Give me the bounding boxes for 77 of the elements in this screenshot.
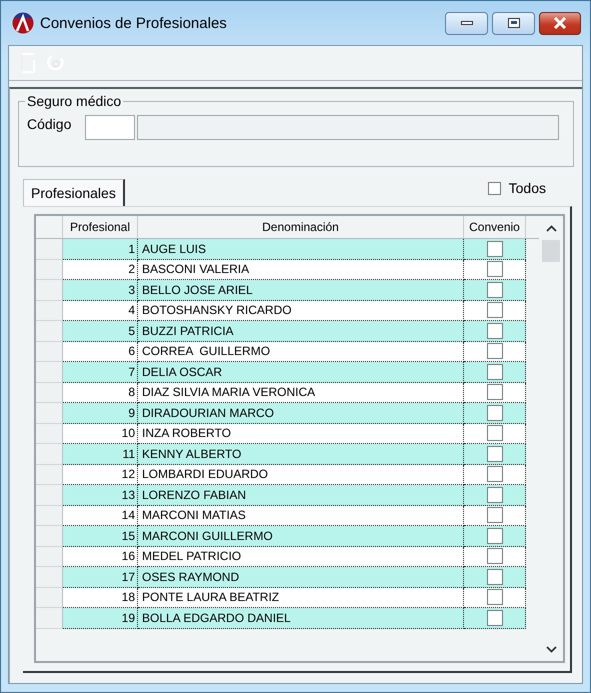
convenio-checkbox[interactable]	[486, 610, 502, 626]
table-cell: KENNY ALBERTO	[138, 444, 464, 464]
convenio-checkbox[interactable]	[486, 446, 502, 462]
convenio-checkbox[interactable]	[486, 568, 502, 585]
convenio-checkbox[interactable]	[486, 240, 502, 257]
table-cell: 10	[63, 424, 138, 444]
close-icon	[553, 17, 567, 29]
convenio-checkbox[interactable]	[486, 282, 502, 298]
column-header[interactable]: Convenio	[464, 216, 526, 238]
convenio-checkbox[interactable]	[486, 364, 502, 380]
window-title: Convenios de Profesionales	[40, 14, 227, 32]
maximize-button[interactable]	[492, 12, 535, 34]
table-cell: 13	[63, 485, 138, 506]
table-cell: DIAZ SILVIA MARIA VERONICA	[138, 382, 464, 403]
code-label: Código	[27, 116, 72, 132]
column-header[interactable]: Profesional	[63, 216, 138, 238]
table-cell: INZA ROBERTO	[138, 424, 464, 444]
convenio-checkbox[interactable]	[486, 466, 502, 482]
todos-label: Todos	[508, 180, 546, 196]
table-cell: MARCONI MATIAS	[138, 506, 464, 526]
table-cell: 7	[63, 362, 138, 382]
table-cell: BELLO JOSE ARIEL	[138, 280, 464, 300]
convenio-checkbox[interactable]	[486, 343, 502, 360]
group-title: Seguro médico	[26, 93, 122, 109]
table-cell: DIRADOURIAN MARCO	[138, 403, 464, 424]
table-cell: DELIA OSCAR	[138, 362, 464, 382]
table-cell: PONTE LAURA BEATRIZ	[138, 588, 464, 608]
convenio-checkbox[interactable]	[486, 528, 502, 544]
table-cell: BUZZI PATRICIA	[138, 321, 464, 342]
convenio-checkbox[interactable]	[486, 384, 502, 400]
table-cell: 2	[63, 260, 138, 280]
column-header[interactable]: Denominación	[138, 216, 464, 238]
minimize-icon	[460, 20, 472, 26]
scroll-down-icon[interactable]	[546, 646, 556, 653]
table-cell: 11	[63, 444, 138, 464]
table-cell: 15	[63, 526, 138, 546]
convenio-checkbox[interactable]	[486, 589, 502, 606]
minimize-button[interactable]	[445, 12, 488, 34]
convenio-checkbox[interactable]	[486, 261, 502, 278]
convenio-checkbox[interactable]	[486, 486, 502, 503]
code-field[interactable]	[85, 115, 135, 140]
table-cell: 17	[63, 567, 138, 588]
convenio-checkbox[interactable]	[486, 507, 502, 524]
tab[interactable]: Profesionales	[23, 179, 125, 206]
table-cell: AUGE LUIS	[138, 239, 464, 260]
table-cell: CORREA GUILLERMO	[138, 342, 464, 362]
table-cell: 6	[63, 342, 138, 362]
app-logo-icon	[12, 12, 34, 34]
table-cell: 5	[63, 321, 138, 342]
table-cell: MEDEL PATRICIO	[138, 546, 464, 567]
maximize-icon	[508, 18, 520, 28]
convenio-checkbox[interactable]	[486, 404, 502, 421]
scroll-thumb[interactable]	[542, 240, 560, 262]
table-cell: LORENZO FABIAN	[138, 485, 464, 506]
table-cell: 19	[63, 608, 138, 628]
table-cell: 16	[63, 546, 138, 567]
convenio-checkbox[interactable]	[486, 425, 502, 442]
close-button[interactable]	[539, 12, 581, 34]
table-cell: MARCONI GUILLERMO	[138, 526, 464, 546]
convenio-checkbox[interactable]	[486, 548, 502, 564]
convenio-checkbox[interactable]	[486, 302, 502, 318]
table-cell: BOLLA EDGARDO DANIEL	[138, 608, 464, 628]
scroll-up-icon[interactable]	[546, 225, 556, 232]
table-cell: 18	[63, 588, 138, 608]
table-cell: BOTOSHANSKY RICARDO	[138, 300, 464, 321]
table-cell: OSES RAYMOND	[138, 567, 464, 588]
table-cell: 3	[63, 280, 138, 300]
table-cell: 14	[63, 506, 138, 526]
table-cell: 12	[63, 464, 138, 485]
table-cell: 4	[63, 300, 138, 321]
table-cell: LOMBARDI EDUARDO	[138, 464, 464, 485]
table-cell: 9	[63, 403, 138, 424]
table-cell: 8	[63, 382, 138, 403]
todos-checkbox[interactable]	[488, 182, 501, 194]
convenio-checkbox[interactable]	[486, 322, 502, 339]
table-cell: BASCONI VALERIA	[138, 260, 464, 280]
table-cell: 1	[63, 239, 138, 260]
